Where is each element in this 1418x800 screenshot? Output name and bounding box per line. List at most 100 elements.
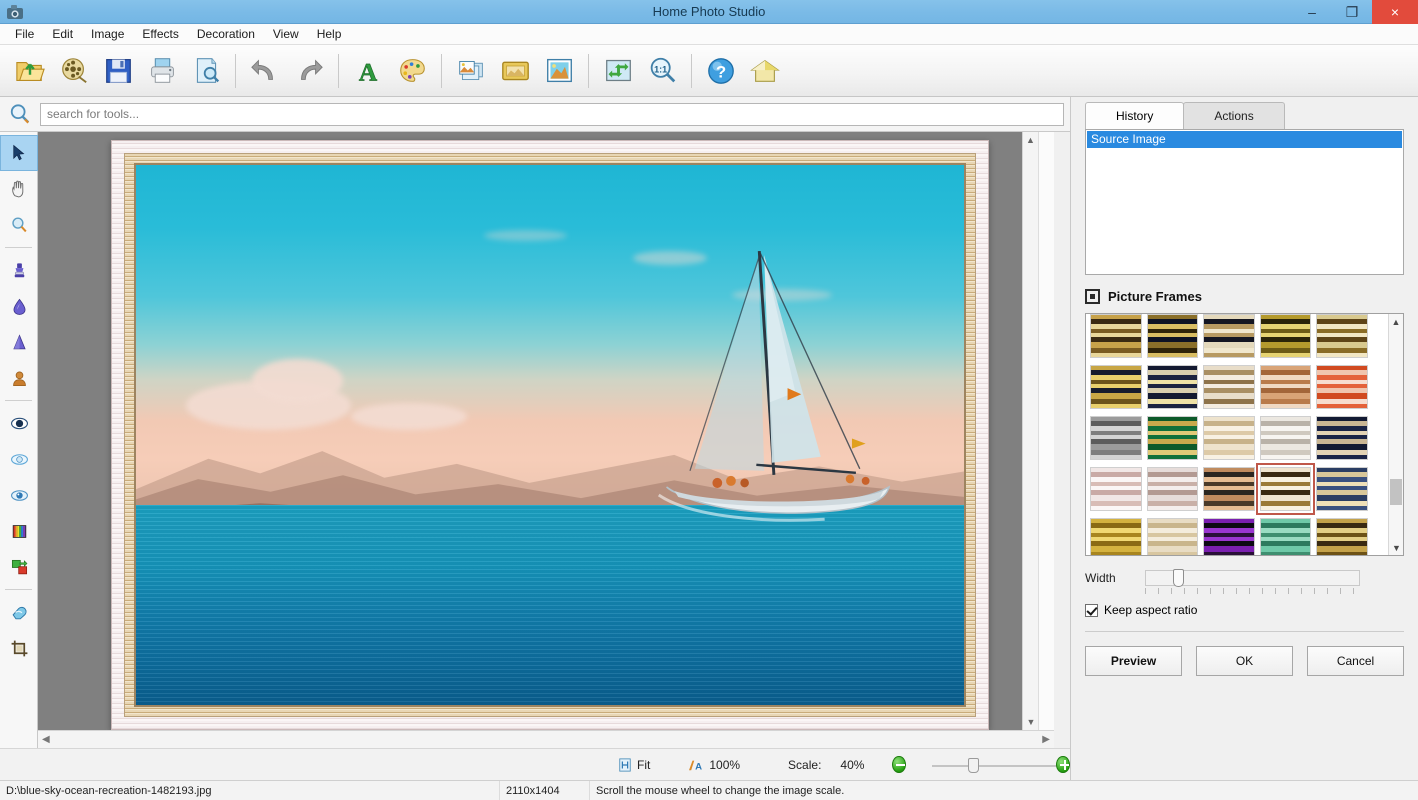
frame-swatch[interactable] bbox=[1259, 314, 1312, 358]
tab-actions[interactable]: Actions bbox=[1183, 102, 1285, 129]
frames-scroll-thumb[interactable] bbox=[1390, 479, 1402, 505]
frame-swatch[interactable] bbox=[1146, 365, 1199, 409]
selection-tool[interactable] bbox=[0, 135, 38, 171]
frames-scroll-up-arrow[interactable]: ▲ bbox=[1389, 314, 1403, 329]
history-item-source-image[interactable]: Source Image bbox=[1087, 131, 1402, 148]
menu-edit[interactable]: Edit bbox=[43, 24, 82, 45]
canvas-horizontal-scrollbar[interactable]: ◀ ▶ bbox=[38, 730, 1054, 748]
zoom-in-button[interactable] bbox=[1056, 756, 1070, 773]
eraser-tool[interactable] bbox=[0, 594, 38, 630]
frames-gallery[interactable]: ▲ ▼ bbox=[1085, 313, 1404, 556]
print-button[interactable] bbox=[140, 48, 184, 94]
frame-swatch[interactable] bbox=[1316, 416, 1368, 460]
menu-effects[interactable]: Effects bbox=[133, 24, 187, 45]
frame-swatch[interactable] bbox=[1090, 416, 1142, 460]
frame-swatch[interactable] bbox=[1316, 467, 1368, 511]
frame-swatch[interactable] bbox=[1203, 518, 1255, 555]
frames-scrollbar[interactable]: ▲ ▼ bbox=[1388, 314, 1403, 555]
help-button[interactable]: ? bbox=[699, 48, 743, 94]
redo-button[interactable] bbox=[287, 48, 331, 94]
frame-swatch[interactable] bbox=[1316, 365, 1368, 409]
width-slider-thumb[interactable] bbox=[1173, 569, 1184, 587]
ok-button[interactable]: OK bbox=[1196, 646, 1293, 676]
fit-screen-button[interactable] bbox=[596, 48, 640, 94]
application-window: Home Photo Studio – ❐ × File Edit Image … bbox=[0, 0, 1418, 800]
save-button[interactable] bbox=[96, 48, 140, 94]
keep-aspect-ratio-checkbox[interactable] bbox=[1085, 603, 1098, 617]
portrait-retouch-tool[interactable] bbox=[0, 360, 38, 396]
history-list[interactable]: Source Image bbox=[1085, 129, 1404, 275]
menu-image[interactable]: Image bbox=[82, 24, 133, 45]
color-bars-tool[interactable] bbox=[0, 513, 38, 549]
zoom-out-button[interactable] bbox=[892, 756, 907, 773]
fit-control[interactable]: Fit bbox=[618, 758, 650, 772]
blur-drop-tool[interactable] bbox=[0, 288, 38, 324]
scroll-up-arrow[interactable]: ▲ bbox=[1023, 132, 1038, 148]
keep-aspect-ratio-row[interactable]: Keep aspect ratio bbox=[1085, 603, 1404, 617]
search-input[interactable] bbox=[40, 102, 1064, 126]
menu-file[interactable]: File bbox=[6, 24, 43, 45]
menu-view[interactable]: View bbox=[264, 24, 308, 45]
photo-effects-button[interactable] bbox=[537, 48, 581, 94]
frame-swatch[interactable] bbox=[1090, 467, 1142, 511]
hand-tool[interactable] bbox=[0, 171, 38, 207]
frame-swatch[interactable] bbox=[1203, 314, 1255, 358]
crop-tool[interactable] bbox=[0, 630, 38, 666]
palette-button[interactable] bbox=[390, 48, 434, 94]
clone-stamp-tool[interactable] bbox=[0, 252, 38, 288]
actual-size-button[interactable]: 1:1 bbox=[640, 48, 684, 94]
frame-swatch[interactable] bbox=[1090, 518, 1142, 555]
tool-palette bbox=[0, 132, 38, 777]
zoom-tool[interactable] bbox=[0, 207, 38, 243]
frame-button[interactable] bbox=[493, 48, 537, 94]
menu-help[interactable]: Help bbox=[308, 24, 351, 45]
canvas-vertical-scrollbar[interactable]: ▲ ▼ bbox=[1022, 132, 1038, 730]
frame-swatch[interactable] bbox=[1146, 314, 1199, 358]
frame-swatch[interactable] bbox=[1259, 518, 1312, 555]
close-button[interactable]: × bbox=[1372, 0, 1418, 24]
menu-decoration[interactable]: Decoration bbox=[188, 24, 264, 45]
brightness-tool[interactable] bbox=[0, 405, 38, 441]
frame-swatch[interactable] bbox=[1146, 518, 1199, 555]
eye-tool[interactable] bbox=[0, 477, 38, 513]
frame-swatch[interactable] bbox=[1146, 416, 1199, 460]
frame-swatch[interactable] bbox=[1255, 463, 1316, 515]
cancel-button[interactable]: Cancel bbox=[1307, 646, 1404, 676]
width-slider-ticks bbox=[1145, 588, 1360, 594]
sharpen-tool[interactable] bbox=[0, 324, 38, 360]
zoom-slider-thumb[interactable] bbox=[968, 757, 980, 773]
frame-swatch[interactable] bbox=[1316, 518, 1368, 555]
preview-button[interactable]: Preview bbox=[1085, 646, 1182, 676]
frame-swatch[interactable] bbox=[1203, 416, 1255, 460]
collage-button[interactable] bbox=[449, 48, 493, 94]
open-file-button[interactable] bbox=[8, 48, 52, 94]
frame-swatch[interactable] bbox=[1203, 365, 1255, 409]
frame-swatch[interactable] bbox=[1090, 365, 1142, 409]
maximize-button[interactable]: ❐ bbox=[1332, 0, 1372, 24]
replace-color-tool[interactable] bbox=[0, 549, 38, 585]
person-bust-icon bbox=[12, 371, 26, 386]
home-button[interactable] bbox=[743, 48, 787, 94]
open-project-button[interactable] bbox=[52, 48, 96, 94]
minimize-button[interactable]: – bbox=[1292, 0, 1332, 24]
frame-swatch[interactable] bbox=[1316, 314, 1368, 358]
scroll-right-arrow[interactable]: ▶ bbox=[1042, 734, 1050, 745]
scroll-down-arrow[interactable]: ▼ bbox=[1023, 714, 1039, 730]
tab-history[interactable]: History bbox=[1085, 102, 1185, 129]
magnifier-icon bbox=[11, 217, 27, 232]
text-tool-button[interactable]: A bbox=[346, 48, 390, 94]
actual-size-control[interactable]: A 100% bbox=[688, 758, 740, 772]
print-preview-button[interactable] bbox=[184, 48, 228, 94]
frame-swatch[interactable] bbox=[1259, 365, 1312, 409]
frame-swatch[interactable] bbox=[1146, 467, 1199, 511]
width-slider[interactable] bbox=[1145, 569, 1360, 587]
scroll-left-arrow[interactable]: ◀ bbox=[42, 734, 50, 745]
frame-swatch[interactable] bbox=[1259, 416, 1312, 460]
frame-swatch[interactable] bbox=[1090, 314, 1142, 358]
image-canvas[interactable]: ▲ ▼ bbox=[38, 132, 1054, 730]
undo-button[interactable] bbox=[243, 48, 287, 94]
zoom-slider[interactable] bbox=[932, 757, 1063, 773]
frame-swatch[interactable] bbox=[1203, 467, 1255, 511]
red-eye-tool[interactable] bbox=[0, 441, 38, 477]
frames-scroll-down-arrow[interactable]: ▼ bbox=[1389, 540, 1403, 555]
